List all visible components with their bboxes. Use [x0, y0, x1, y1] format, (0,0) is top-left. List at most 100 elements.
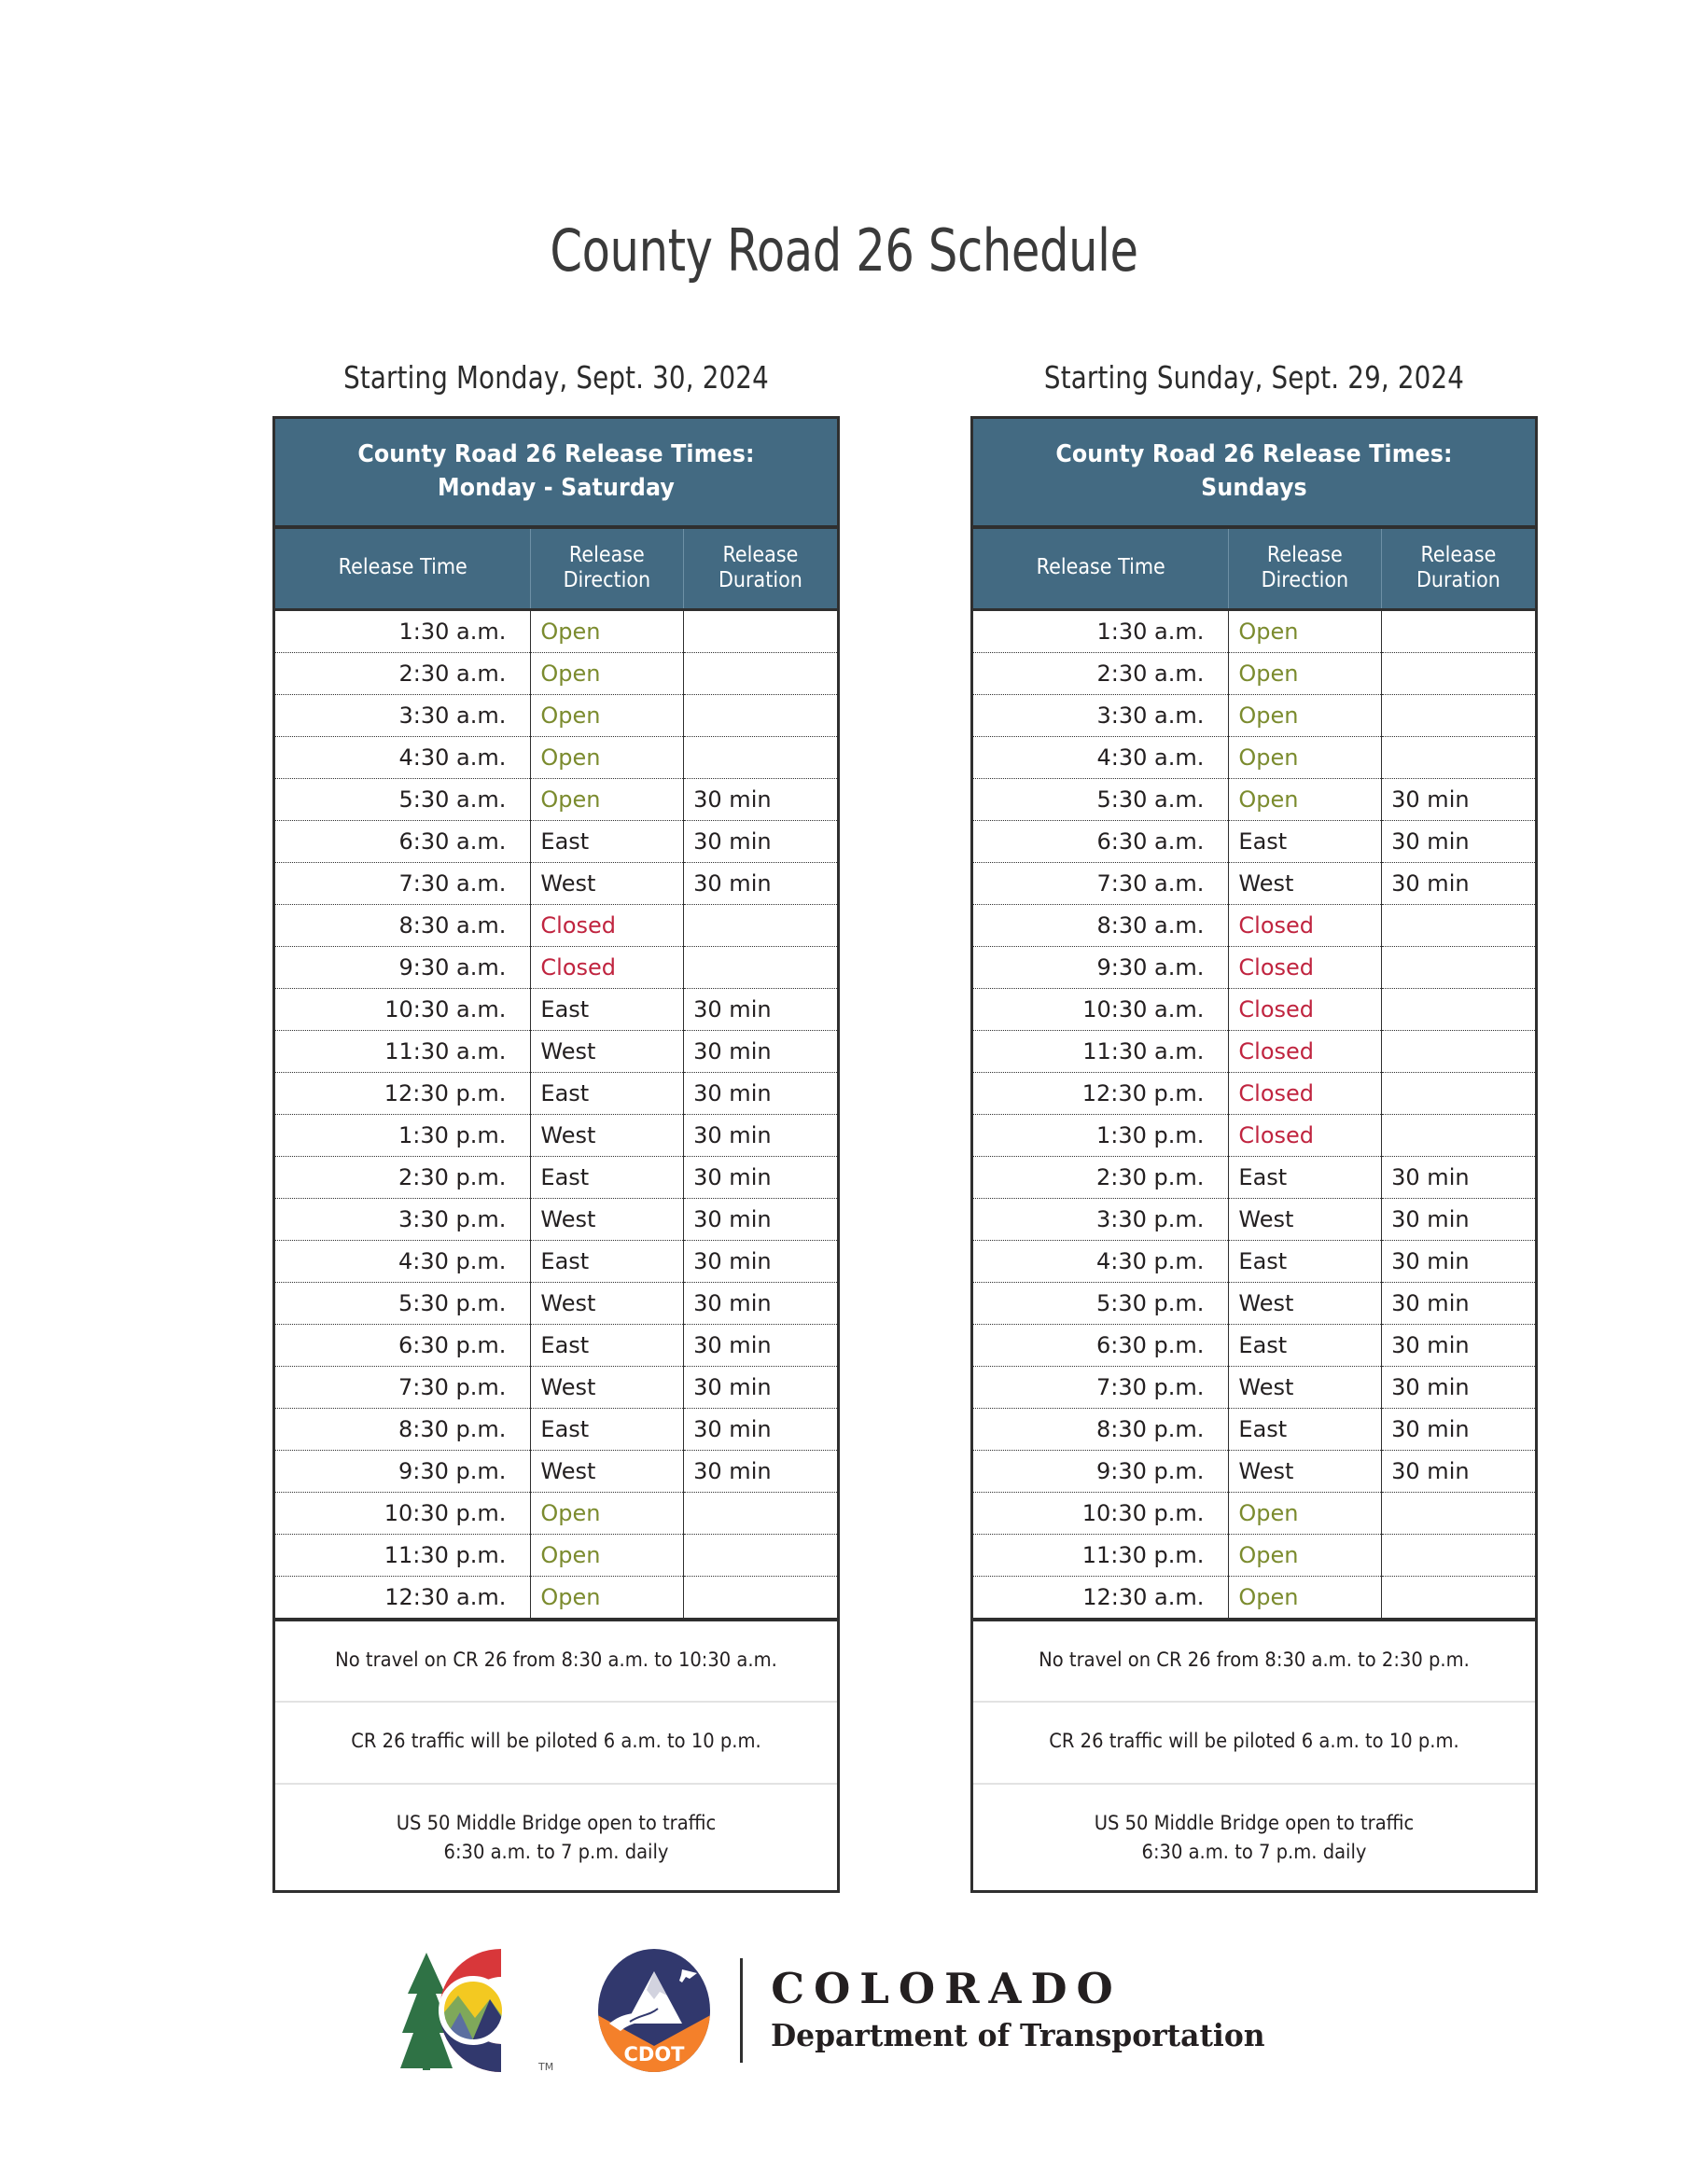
cell-release-direction: Closed [1228, 1114, 1383, 1157]
table-row: 8:30 p.m. East 30 min [973, 1408, 1535, 1451]
cell-release-direction: Open [530, 694, 685, 737]
cell-release-duration [683, 736, 837, 779]
table-row: 6:30 p.m. East 30 min [275, 1324, 837, 1367]
cell-release-direction: West [530, 1450, 685, 1493]
table-row: 10:30 a.m. East 30 min [275, 988, 837, 1031]
table-row: 10:30 p.m. Open [275, 1492, 837, 1535]
schedule-note-line: No travel on CR 26 from 8:30 a.m. to 10:… [335, 1648, 777, 1671]
cell-release-direction: West [530, 862, 685, 905]
table-row: 3:30 p.m. West 30 min [275, 1198, 837, 1241]
notes-section-sunday: No travel on CR 26 from 8:30 a.m. to 2:3… [973, 1617, 1535, 1890]
cell-release-direction: West [530, 1282, 685, 1325]
cell-release-time: 6:30 p.m. [275, 1324, 532, 1367]
cell-release-direction: Open [530, 1534, 685, 1577]
cell-release-time: 11:30 a.m. [973, 1030, 1230, 1073]
cell-release-time: 12:30 p.m. [973, 1072, 1230, 1115]
cell-release-duration: 30 min [683, 1324, 837, 1367]
cdot-badge-text: CDOT [624, 2043, 686, 2066]
cell-release-duration: 30 min [683, 1366, 837, 1409]
cell-release-direction: West [530, 1198, 685, 1241]
table-row: 8:30 a.m. Closed [275, 904, 837, 947]
table-row: 1:30 a.m. Open [973, 609, 1535, 653]
table-row: 6:30 a.m. East 30 min [275, 820, 837, 863]
table-row: 2:30 p.m. East 30 min [973, 1156, 1535, 1199]
agency-name-department: Department of Transportation [771, 2017, 1265, 2053]
cell-release-duration [1381, 1114, 1535, 1157]
schedule-note: US 50 Middle Bridge open to traffic 6:30 … [973, 1785, 1535, 1890]
cell-release-time: 12:30 p.m. [275, 1072, 532, 1115]
cell-release-direction: Open [1228, 778, 1383, 821]
table-row: 2:30 p.m. East 30 min [275, 1156, 837, 1199]
cell-release-duration: 30 min [1381, 820, 1535, 863]
cell-release-time: 8:30 a.m. [973, 904, 1230, 947]
table-head: Release Time Release Direction Release D… [275, 529, 837, 611]
cell-release-duration [1381, 1492, 1535, 1535]
column-header-release-direction: Release Direction [530, 529, 685, 611]
cell-release-direction: Closed [530, 904, 685, 947]
table-row: 5:30 p.m. West 30 min [275, 1282, 837, 1325]
cell-release-direction: Closed [1228, 1072, 1383, 1115]
cell-release-direction: East [530, 988, 685, 1031]
cell-release-time: 10:30 p.m. [973, 1492, 1230, 1535]
cell-release-time: 2:30 a.m. [973, 652, 1230, 695]
cell-release-duration: 30 min [683, 1450, 837, 1493]
table-row: 5:30 a.m. Open 30 min [973, 778, 1535, 821]
cell-release-direction: West [530, 1030, 685, 1073]
cell-release-time: 7:30 p.m. [973, 1366, 1230, 1409]
cell-release-direction: East [1228, 820, 1383, 863]
table-row: 7:30 a.m. West 30 min [973, 862, 1535, 905]
cell-release-time: 9:30 p.m. [275, 1450, 532, 1493]
cell-release-duration: 30 min [1381, 1198, 1535, 1241]
cell-release-time: 9:30 a.m. [973, 946, 1230, 989]
column-header-release-time: Release Time [275, 529, 532, 611]
cell-release-duration [1382, 1576, 1535, 1618]
table-row: 6:30 a.m. East 30 min [973, 820, 1535, 863]
table-row: 7:30 a.m. West 30 min [275, 862, 837, 905]
cell-release-time: 12:30 a.m. [275, 1576, 532, 1618]
cell-release-duration: 30 min [1381, 1324, 1535, 1367]
cell-release-direction: Open [1228, 1492, 1383, 1535]
schedule-columns: Starting Monday, Sept. 30, 2024 County R… [0, 0, 1688, 2184]
cell-release-time: 4:30 p.m. [275, 1240, 532, 1283]
schedule-table-weekday: County Road 26 Release Times: Monday - S… [272, 416, 840, 1893]
logo-divider [740, 1958, 744, 2063]
cell-release-duration [1381, 1072, 1535, 1115]
cell-release-time: 1:30 a.m. [275, 609, 532, 653]
table-row: 9:30 a.m. Closed [973, 946, 1535, 989]
cell-release-direction: Open [530, 736, 685, 779]
table-row: 11:30 a.m. West 30 min [275, 1030, 837, 1073]
table-row: 12:30 a.m. Open [275, 1576, 837, 1618]
cell-release-duration [683, 609, 837, 653]
table-row: 9:30 p.m. West 30 min [973, 1450, 1535, 1493]
table-row: 10:30 a.m. Closed [973, 988, 1535, 1031]
table-row: 4:30 a.m. Open [973, 736, 1535, 779]
table-body-sunday: 1:30 a.m. Open 2:30 a.m. Open 3:30 a.m. Open 4… [973, 609, 1535, 1618]
cell-release-time: 1:30 a.m. [973, 609, 1230, 653]
cell-release-time: 1:30 p.m. [973, 1114, 1230, 1157]
cell-release-duration: 30 min [1381, 1450, 1535, 1493]
table-row: 2:30 a.m. Open [275, 652, 837, 695]
cell-release-time: 4:30 a.m. [275, 736, 532, 779]
agency-name-colorado: COLORADO [771, 1963, 1123, 2013]
cell-release-direction: East [530, 1408, 685, 1451]
schedule-note-line: No travel on CR 26 from 8:30 a.m. to 2:3… [1039, 1648, 1470, 1671]
cell-release-time: 3:30 p.m. [275, 1198, 532, 1241]
cell-release-direction: West [1228, 1366, 1383, 1409]
cell-release-time: 12:30 a.m. [973, 1576, 1230, 1618]
table-title-line2: Monday - Saturday [438, 474, 675, 503]
cell-release-time: 9:30 a.m. [275, 946, 532, 989]
cell-release-direction: East [1228, 1408, 1383, 1451]
cell-release-time: 2:30 a.m. [275, 652, 532, 695]
cell-release-duration: 30 min [683, 1198, 837, 1241]
cell-release-duration [1381, 904, 1535, 947]
cell-release-duration [683, 1492, 837, 1535]
cell-release-duration: 30 min [683, 1408, 837, 1451]
cell-release-direction: Closed [1228, 1030, 1383, 1073]
schedule-note: No travel on CR 26 from 8:30 a.m. to 10:… [275, 1621, 837, 1704]
cell-release-duration [1381, 1030, 1535, 1073]
cell-release-direction: Open [530, 1492, 685, 1535]
cell-release-time: 6:30 a.m. [973, 820, 1230, 863]
cell-release-time: 5:30 a.m. [275, 778, 532, 821]
cell-release-duration: 30 min [1381, 1366, 1535, 1409]
table-row: 6:30 p.m. East 30 min [973, 1324, 1535, 1367]
